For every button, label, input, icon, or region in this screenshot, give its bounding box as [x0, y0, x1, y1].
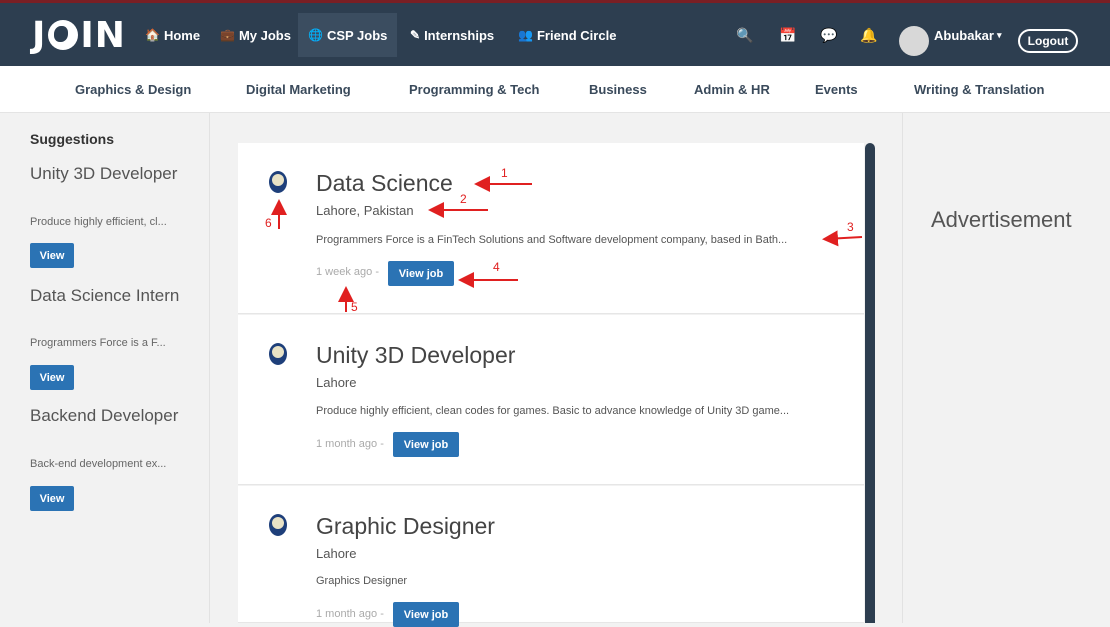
view-job-button[interactable]: View job: [393, 602, 459, 627]
suggestion-desc: Programmers Force is a F...: [30, 337, 166, 349]
logout-button[interactable]: Logout: [1018, 29, 1078, 53]
user-name: Abubakar: [934, 27, 994, 43]
job-posted-time: 1 month ago -: [316, 608, 384, 620]
view-job-button[interactable]: View job: [388, 261, 454, 286]
avatar[interactable]: [899, 26, 929, 56]
nav-csp-jobs[interactable]: 🌐 CSP Jobs: [298, 13, 398, 57]
user-menu[interactable]: Abubakar ▾: [934, 13, 1002, 57]
suggestion-view-button[interactable]: View: [30, 365, 74, 390]
category-business[interactable]: Business: [589, 66, 647, 113]
nav-internships[interactable]: ✎ Internships: [400, 13, 504, 57]
category-digital-marketing[interactable]: Digital Marketing: [246, 66, 351, 113]
suggestions-sidebar: Suggestions Unity 3D Developer Produce h…: [0, 113, 210, 623]
job-description: Graphics Designer: [316, 575, 408, 587]
job-location: Lahore: [316, 546, 357, 561]
annotation-label: 3: [847, 220, 854, 234]
globe-small-icon: 🌐: [308, 28, 323, 42]
calendar-icon[interactable]: 📅: [776, 13, 800, 57]
nav-csp-jobs-label: CSP Jobs: [326, 27, 388, 43]
job-location: Lahore, Pakistan: [316, 203, 414, 218]
suggestion-view-button[interactable]: View: [30, 243, 74, 268]
join-logo[interactable]: J IN: [32, 13, 126, 57]
annotation-label: 4: [493, 260, 500, 274]
suggestion-desc: Produce highly efficient, cl...: [30, 216, 167, 228]
category-writing-translation[interactable]: Writing & Translation: [914, 66, 1045, 113]
job-card: Unity 3D Developer Lahore Produce highly…: [238, 315, 864, 485]
view-job-button[interactable]: View job: [393, 432, 459, 457]
job-card: Data Science Lahore, Pakistan Programmer…: [238, 143, 864, 314]
nav-internships-label: Internships: [424, 27, 495, 43]
annotation-label: 5: [351, 300, 358, 314]
category-bar: Graphics & Design Digital Marketing Prog…: [0, 66, 1110, 113]
company-logo-icon[interactable]: [269, 514, 287, 536]
chat-icon[interactable]: 💬: [817, 13, 841, 57]
category-events[interactable]: Events: [815, 66, 858, 113]
advertisement-label: Advertisement: [931, 207, 1072, 232]
job-title[interactable]: Graphic Designer: [316, 513, 495, 540]
home-icon: 🏠: [145, 28, 160, 42]
feed-scrollbar[interactable]: [865, 143, 875, 623]
job-card: Graphic Designer Lahore Graphics Designe…: [238, 486, 864, 627]
globe-icon: [48, 20, 79, 50]
suggestion-name: Backend Developer: [30, 406, 179, 425]
top-navbar: J IN 🏠 Home 💼 My Jobs 🌐 CSP Jobs ✎ Inter…: [0, 0, 1110, 66]
job-description: Produce highly efficient, clean codes fo…: [316, 405, 790, 417]
search-icon[interactable]: 🔍: [733, 13, 757, 57]
company-logo-icon[interactable]: [269, 171, 287, 193]
job-location: Lahore: [316, 375, 357, 390]
job-feed: Data Science Lahore, Pakistan Programmer…: [238, 143, 864, 627]
job-posted-time: 1 week ago -: [316, 266, 379, 278]
company-logo-icon[interactable]: [269, 343, 287, 365]
suggestion-name: Unity 3D Developer: [30, 164, 178, 183]
logo-text-in: IN: [80, 14, 126, 56]
nav-friend-circle[interactable]: 👥 Friend Circle: [508, 13, 626, 57]
annotation-label: 6: [265, 216, 272, 230]
job-description: Programmers Force is a FinTech Solutions…: [316, 234, 788, 246]
suggestion-view-button[interactable]: View: [30, 486, 74, 511]
category-graphics-design[interactable]: Graphics & Design: [75, 66, 191, 113]
nav-my-jobs-label: My Jobs: [238, 27, 291, 43]
bell-icon[interactable]: 🔔: [857, 13, 881, 57]
job-posted-time: 1 month ago -: [316, 438, 384, 450]
nav-home[interactable]: 🏠 Home: [135, 13, 210, 57]
job-title[interactable]: Unity 3D Developer: [316, 342, 515, 369]
pencil-icon: ✎: [410, 28, 421, 42]
nav-friend-circle-label: Friend Circle: [536, 27, 617, 43]
briefcase-icon: 💼: [220, 28, 235, 42]
suggestion-name: Data Science Intern: [30, 286, 180, 305]
nav-my-jobs[interactable]: 💼 My Jobs: [210, 13, 301, 57]
suggestions-title: Suggestions: [30, 131, 115, 147]
job-title[interactable]: Data Science: [316, 170, 453, 197]
annotation-label: 2: [460, 192, 467, 206]
category-admin-hr[interactable]: Admin & HR: [694, 66, 770, 113]
logo-text-j: J: [32, 14, 47, 56]
annotation-label: 1: [501, 166, 508, 180]
chevron-down-icon: ▾: [996, 29, 1002, 40]
users-icon: 👥: [518, 28, 533, 42]
nav-home-label: Home: [163, 27, 201, 43]
suggestion-desc: Back-end development ex...: [30, 458, 167, 470]
category-programming-tech[interactable]: Programming & Tech: [409, 66, 540, 113]
advertisement-panel: Advertisement: [902, 113, 1110, 623]
